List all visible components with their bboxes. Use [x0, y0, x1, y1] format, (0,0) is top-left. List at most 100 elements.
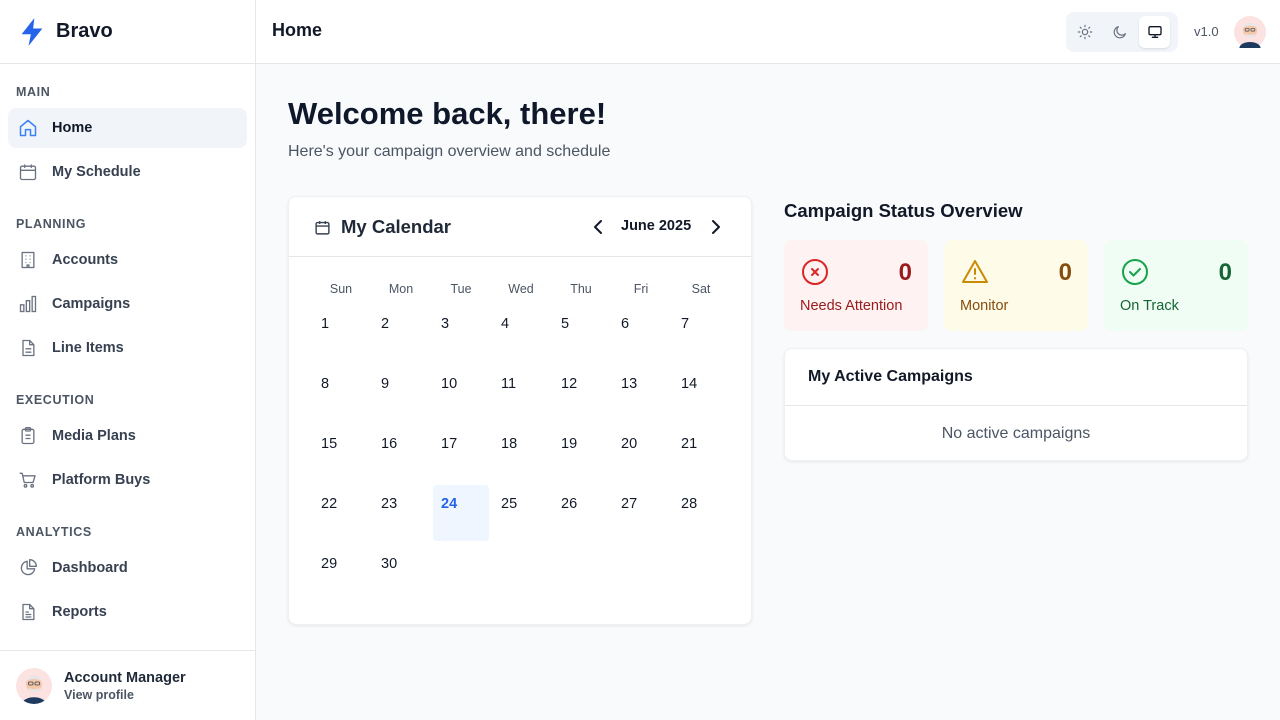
chevron-left-icon[interactable]: [591, 218, 607, 236]
weekday-label: Wed: [508, 282, 534, 296]
sidebar-item-line-items[interactable]: Line Items: [8, 328, 247, 368]
warning-icon: [962, 260, 988, 283]
avatar: [16, 667, 52, 704]
calendar-day[interactable]: 15: [313, 425, 369, 481]
status-card-needs-attention[interactable]: 0 Needs Attention: [784, 240, 928, 331]
status-label: On Track: [1120, 298, 1179, 314]
check-circle-icon: [1122, 259, 1148, 285]
calendar-day[interactable]: 23: [373, 485, 429, 541]
nav-section-title: PLANNING: [16, 217, 87, 231]
nav-section-title: EXECUTION: [16, 393, 95, 407]
calendar-day[interactable]: 5: [553, 305, 609, 361]
calendar-day[interactable]: 30: [373, 545, 429, 601]
page-title: Home: [272, 20, 323, 40]
calendar-day[interactable]: 10: [433, 365, 489, 421]
home-icon: [18, 118, 38, 138]
calendar-day[interactable]: 27: [613, 485, 669, 541]
calendar-day[interactable]: 6: [613, 305, 669, 361]
nav-section-analytics: ANALYTICS Dashboard Reports: [0, 504, 255, 632]
sidebar-item-home[interactable]: Home: [8, 108, 247, 148]
calendar-icon: [18, 162, 38, 182]
status-card-on-track[interactable]: 0 On Track: [1104, 240, 1248, 331]
chevron-right-icon[interactable]: [707, 218, 723, 236]
theme-switcher: [1066, 12, 1178, 52]
calendar-day[interactable]: 11: [493, 365, 549, 421]
sidebar-item-my-schedule[interactable]: My Schedule: [8, 152, 247, 192]
status-card-monitor[interactable]: 0 Monitor: [944, 240, 1088, 331]
brand-name: Bravo: [56, 20, 113, 42]
weekday-label: Fri: [633, 282, 649, 296]
nav-section-main: MAIN Home My Schedule: [0, 64, 255, 192]
status-label: Needs Attention: [800, 298, 903, 314]
calendar-icon: [315, 221, 330, 235]
status-label: Monitor: [960, 298, 1009, 314]
sidebar-item-label: Campaigns: [52, 296, 131, 312]
calendar-header: My Calendar June 2025: [289, 197, 751, 257]
calendar-day[interactable]: 14: [673, 365, 729, 421]
calendar-day[interactable]: 19: [553, 425, 609, 481]
sidebar-item-label: Media Plans: [52, 428, 136, 444]
sidebar-item-label: Dashboard: [52, 560, 128, 576]
sidebar-item-campaigns[interactable]: Campaigns: [8, 284, 247, 324]
calendar-day[interactable]: 13: [613, 365, 669, 421]
calendar-day[interactable]: 22: [313, 485, 369, 541]
theme-dark-button[interactable]: [1105, 16, 1136, 48]
sidebar-item-label: My Schedule: [52, 164, 141, 180]
calendar-day[interactable]: 25: [493, 485, 549, 541]
calendar-day[interactable]: 29: [313, 545, 369, 601]
status-count: 0: [1058, 259, 1072, 286]
calendar-day[interactable]: 7: [673, 305, 729, 361]
version-label: v1.0: [1194, 24, 1219, 39]
welcome-heading: Welcome back, there!: [288, 96, 607, 131]
calendar-day[interactable]: 21: [673, 425, 729, 481]
report-icon: [18, 602, 38, 622]
weekday-label: Sun: [329, 282, 353, 296]
active-campaigns-empty: No active campaigns: [941, 425, 1091, 442]
topbar: Home v1.0: [256, 0, 1280, 64]
calendar-day[interactable]: 1: [313, 305, 369, 361]
calendar-day[interactable]: 9: [373, 365, 429, 421]
nav-section-execution: EXECUTION Media Plans Platform Buys: [0, 372, 255, 500]
sidebar-item-label: Line Items: [52, 340, 124, 356]
calendar-day[interactable]: 8: [313, 365, 369, 421]
avatar[interactable]: [1234, 16, 1266, 48]
calendar-day[interactable]: 12: [553, 365, 609, 421]
calendar-days-grid: 1 2 3 4 5 6 7 8 9 10 11 12 13 14 15 16 17 18 19 20 21 22 23 24 2…: [313, 305, 733, 605]
theme-system-button[interactable]: [1139, 16, 1171, 48]
theme-light-button[interactable]: [1070, 16, 1101, 48]
sidebar-item-media-plans[interactable]: Media Plans: [8, 416, 247, 456]
brand[interactable]: Bravo: [0, 0, 255, 64]
nav-section-title: ANALYTICS: [16, 525, 92, 539]
user-profile[interactable]: Account Manager View profile: [0, 650, 255, 720]
weekday-label: Mon: [388, 282, 414, 296]
pie-chart-icon: [18, 558, 38, 578]
view-profile-link[interactable]: View profile: [64, 688, 186, 702]
nav-section-planning: PLANNING Accounts Campaigns Line Items: [0, 196, 255, 368]
calendar-day[interactable]: 20: [613, 425, 669, 481]
calendar-day[interactable]: 18: [493, 425, 549, 481]
sidebar-item-dashboard[interactable]: Dashboard: [8, 548, 247, 588]
cart-icon: [18, 470, 38, 490]
sidebar-item-reports[interactable]: Reports: [8, 592, 247, 632]
sidebar-item-accounts[interactable]: Accounts: [8, 240, 247, 280]
bar-chart-icon: [18, 294, 38, 314]
calendar-day[interactable]: 4: [493, 305, 549, 361]
sidebar-item-label: Accounts: [52, 252, 119, 268]
calendar-day[interactable]: 16: [373, 425, 429, 481]
welcome-subtitle: Here's your campaign overview and schedu…: [288, 143, 611, 160]
calendar-title: My Calendar: [341, 216, 452, 237]
calendar-day[interactable]: 28: [673, 485, 729, 541]
calendar-card: My Calendar June 2025 Sun Mon Tue Wed Th…: [288, 196, 752, 625]
sidebar-item-platform-buys[interactable]: Platform Buys: [8, 460, 247, 500]
calendar-day[interactable]: 3: [433, 305, 489, 361]
calendar-day[interactable]: 17: [433, 425, 489, 481]
calendar-month: June 2025: [621, 218, 692, 234]
calendar-day[interactable]: 26: [553, 485, 609, 541]
file-icon: [18, 338, 38, 358]
monitor-icon: [1148, 25, 1162, 38]
x-circle-icon: [802, 259, 828, 285]
calendar-day-today[interactable]: 24: [433, 485, 489, 541]
calendar-day[interactable]: 2: [373, 305, 429, 361]
sidebar-item-label: Home: [52, 120, 93, 136]
weekday-label: Tue: [450, 282, 472, 296]
